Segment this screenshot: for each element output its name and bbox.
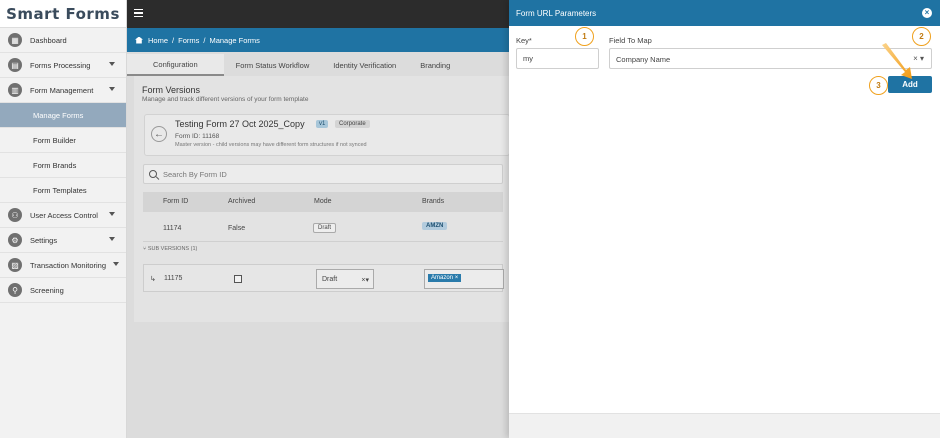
search-form-id-input[interactable]: Search By Form ID [143,164,503,184]
table-row[interactable]: ↳ 11175 Draft ×▾ Amazon × [143,264,504,292]
breadcrumb: Home / Forms / Manage Forms [127,28,527,52]
sidebar-item-label: Form Management [30,85,94,95]
sidebar-item-form-brands[interactable]: Form Brands [0,153,126,178]
home-icon[interactable] [135,36,143,44]
sidebar-item-forms-processing[interactable]: ▤ Forms Processing [0,53,126,78]
sidebar-item-label: User Access Control [30,210,98,220]
chevron-down-icon [109,237,115,241]
sidebar-item-user-access-control[interactable]: ⚇ User Access Control [0,203,126,228]
form-id: Form ID: 11168 [175,133,220,140]
dashboard-icon: ▦ [8,33,22,47]
sidebar-item-screening[interactable]: ⚲ Screening [0,278,126,303]
mode-select-value: Draft [322,276,338,283]
tab-identity-verification[interactable]: Identity Verification [321,54,408,76]
version-badge: v1 [316,120,329,128]
sidebar-item-transaction-monitoring[interactable]: ▨ Transaction Monitoring [0,253,126,278]
chart-icon: ▨ [8,258,22,272]
tab-form-status-workflow[interactable]: Form Status Workflow [224,54,322,76]
master-version-note: Master version - child versions may have… [175,142,367,148]
menu-icon[interactable] [134,9,143,19]
users-icon: ⚇ [8,208,22,222]
breadcrumb-forms[interactable]: Forms [178,36,199,45]
sidebar-item-label: Dashboard [30,35,67,45]
back-arrow-icon[interactable]: ← [151,126,167,142]
brand-tag-label: Amazon [431,275,454,281]
tab-configuration[interactable]: Configuration [127,54,224,76]
sidebar-item-form-builder[interactable]: Form Builder [0,128,126,153]
sidebar-item-form-management[interactable]: ▥ Form Management [0,78,126,103]
sidebar-item-settings[interactable]: ⚙ Settings [0,228,126,253]
logo-text: Smart Forms [6,4,120,23]
sidebar-item-label: Screening [30,285,64,295]
sidebar-item-dashboard[interactable]: ▦ Dashboard [0,28,126,53]
breadcrumb-separator: / [172,35,175,45]
cell-archived: False [228,225,246,232]
forms-icon: ▥ [8,83,22,97]
sidebar-item-label: Settings [30,235,58,245]
sub-branch-icon: ↳ [150,276,156,283]
search-icon [149,170,157,178]
form-summary: ← Testing Form 27 Oct 2025_Copy v1 Corpo… [144,114,510,156]
form-type-badge: Corporate [335,120,370,128]
sidebar-item-form-templates[interactable]: Form Templates [0,178,126,203]
form-name: Testing Form 27 Oct 2025_Copy [175,119,305,129]
sub-versions-text: SUB VERSIONS (1) [147,246,198,252]
brand-chip: AMZN [422,222,448,230]
sidebar-item-label: Forms Processing [30,60,91,70]
breadcrumb-home[interactable]: Home [148,36,168,45]
column-mode: Mode [314,198,332,205]
cell-form-id: 11174 [163,225,182,232]
tab-branding[interactable]: Branding [408,54,462,76]
column-brands: Brands [422,198,445,205]
column-form-id: Form ID [163,198,189,205]
pointer-arrow-icon [882,43,912,79]
remove-tag-icon[interactable]: × [455,275,459,281]
sidebar-item-label: Transaction Monitoring [30,260,107,270]
brand-tag: Amazon × [428,274,462,282]
search-icon: ⚲ [8,283,22,297]
sub-versions-label: ⑂ SUB VERSIONS (1) [143,246,197,252]
search-placeholder: Search By Form ID [163,169,227,179]
app-logo[interactable]: Smart Forms [0,0,126,28]
sidebar-item-manage-forms[interactable]: Manage Forms [0,103,126,128]
mode-select[interactable]: Draft ×▾ [316,269,374,289]
table-row[interactable]: 11174 False Draft AMZN [143,214,503,242]
tab-bar: Configuration Form Status Workflow Ident… [127,54,462,76]
archived-checkbox[interactable] [234,275,242,283]
gear-icon: ⚙ [8,233,22,247]
section-subtitle: Manage and track different versions of y… [142,96,309,103]
column-archived: Archived [228,198,256,205]
breadcrumb-separator: / [203,35,206,45]
table-header: Form ID Archived Mode Brands [143,192,503,212]
chevron-down-icon [113,262,119,266]
brand-select[interactable]: Amazon × [424,269,504,289]
main-content: Configuration Form Status Workflow Ident… [127,52,510,438]
drawer-footer [509,413,940,438]
clear-dropdown-icon[interactable]: ×▾ [361,276,369,284]
cell-form-id: 11175 [164,275,183,282]
sidebar: Smart Forms ▦ Dashboard ▤ Forms Processi… [0,0,127,438]
document-icon: ▤ [8,58,22,72]
chevron-down-icon [109,87,115,91]
form-url-parameters-drawer: Form URL Parameters × Key* Field To Map … [509,0,940,438]
breadcrumb-current: Manage Forms [209,35,260,45]
section-title: Form Versions [142,85,201,95]
chevron-down-icon [109,212,115,216]
mode-chip: Draft [313,223,337,233]
chevron-down-icon [109,62,115,66]
